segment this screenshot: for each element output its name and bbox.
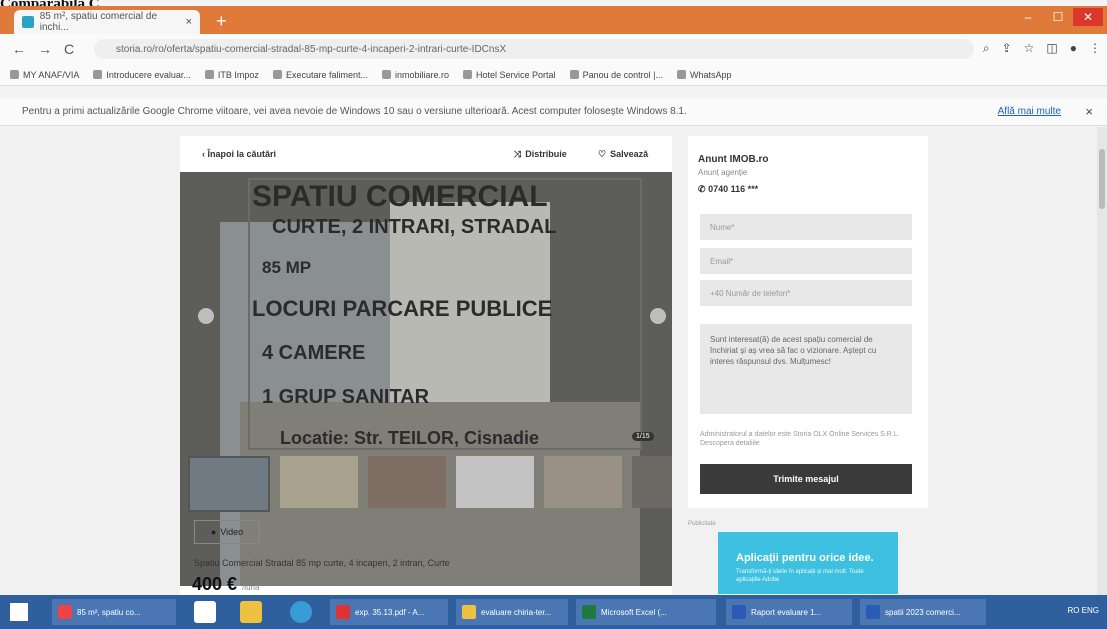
play-icon: ● xyxy=(210,527,217,537)
windows-start-icon[interactable] xyxy=(10,603,28,621)
bookmark-item[interactable]: Executare faliment... xyxy=(272,70,368,80)
agency-type: Anunț agenție xyxy=(698,168,748,177)
toolbar-icons: ⌕ ⇪ ☆ ◫ ● ⋮ xyxy=(983,41,1101,56)
back-to-results-link[interactable]: ‹ Înapoi la căutări xyxy=(202,149,276,159)
terms-text: Administratorul a datelor este Storia OL… xyxy=(700,431,900,447)
name-field[interactable]: Nume* xyxy=(700,214,912,240)
close-window-button[interactable]: ✕ xyxy=(1073,8,1103,26)
menu-icon[interactable]: ⋮ xyxy=(1089,41,1101,56)
bookmark-item[interactable]: Hotel Service Portal xyxy=(463,70,556,80)
browser-tab[interactable]: 85 m², spatiu comercial de inchi... × xyxy=(14,10,200,34)
agency-name[interactable]: Anunt IMOB.ro xyxy=(698,154,769,165)
message-field[interactable]: Sunt interesat(ă) de acest spațiu comerc… xyxy=(700,324,912,414)
reload-icon[interactable]: C xyxy=(64,41,74,57)
listing-price: 400 € /lună xyxy=(192,574,260,594)
phone-field[interactable]: +40 Număr de telefon* xyxy=(700,280,912,306)
listing-card: ‹ Înapoi la căutări ⤨ Distribuie ♡ Salveaz… xyxy=(180,136,672,596)
favicon-icon xyxy=(22,16,34,28)
heart-icon: ♡ xyxy=(598,148,607,159)
minimize-button[interactable]: ‒ xyxy=(1013,8,1043,26)
photo-thumbnails xyxy=(188,456,672,512)
listing-topbar: ‹ Înapoi la căutări ⤨ Distribuie ♡ Salveaz… xyxy=(180,136,672,172)
photo-caption-line: CURTE, 2 INTRARI, STRADAL xyxy=(272,216,557,238)
taskbar-item-excel[interactable]: Microsoft Excel (... xyxy=(576,599,716,625)
bookmark-star-icon[interactable]: ☆ xyxy=(1024,41,1035,56)
listing-title: Spatiu Comercial Stradal 85 mp curte, 4 … xyxy=(194,558,450,568)
edge-browser-icon[interactable] xyxy=(290,601,312,623)
thumbnail[interactable] xyxy=(280,456,358,508)
new-tab-button[interactable]: + xyxy=(216,12,227,30)
profile-avatar-icon[interactable]: ● xyxy=(1070,41,1077,56)
ad-title: Aplicații pentru orice idee. xyxy=(736,552,874,564)
thumbnail[interactable] xyxy=(368,456,446,508)
taskbar-item-word-1[interactable]: Raport evaluare 1... xyxy=(726,599,852,625)
bookmark-item[interactable]: inmobiliare.ro xyxy=(381,70,449,80)
page-scrollbar[interactable] xyxy=(1097,127,1107,595)
info-bar-close-icon[interactable]: × xyxy=(1085,104,1093,119)
tab-close-icon[interactable]: × xyxy=(186,16,192,28)
back-icon[interactable]: ← xyxy=(12,41,26,57)
thumbnail[interactable] xyxy=(456,456,534,508)
file-explorer-icon[interactable] xyxy=(240,601,262,623)
thumbnail[interactable] xyxy=(188,456,270,512)
video-button[interactable]: ● Video xyxy=(194,520,260,544)
share-icon: ⤨ xyxy=(514,148,522,159)
photo-caption-line: 4 CAMERE xyxy=(262,342,366,364)
previous-photo-arrow-icon[interactable] xyxy=(198,308,214,324)
contact-panel: Anunt IMOB.ro Anunț agenție ✆ 0740 116 *… xyxy=(688,136,928,508)
url-field[interactable]: storia.ro/ro/oferta/spatiu-comercial-str… xyxy=(94,39,974,59)
photo-caption-line: SPATIU COMERCIAL xyxy=(252,180,548,213)
ad-subtitle: Transformă-ți ideile în aplicații și mai… xyxy=(736,569,864,583)
system-tray[interactable]: RO ENG xyxy=(1067,606,1099,615)
thumbnail[interactable] xyxy=(632,456,672,508)
send-message-button[interactable]: Trimite mesajul xyxy=(700,464,912,494)
taskbar-item-folder[interactable]: evaluare chiria-ter... xyxy=(456,599,568,625)
share-page-icon[interactable]: ⇪ xyxy=(1002,41,1012,56)
bookmark-item[interactable]: ITB Impoz xyxy=(204,70,259,80)
ad-label: Publicitate xyxy=(688,521,716,527)
windows-taskbar: 85 m², spatiu co... exp. 35.13.pdf - A..… xyxy=(0,595,1107,629)
info-bar-text: Pentru a primi actualizările Google Chro… xyxy=(22,106,687,117)
home-icon[interactable] xyxy=(194,601,216,623)
photo-caption-line: 1 GRUP SANITAR xyxy=(262,386,430,408)
share-button[interactable]: ⤨ Distribuie xyxy=(514,149,567,160)
photo-caption-line: 85 MP xyxy=(262,258,312,277)
photo-caption-line: Locatie: Str. TEILOR, Cisnadie xyxy=(280,428,540,448)
photo-caption-line: LOCURI PARCARE PUBLICE xyxy=(252,296,553,321)
email-field[interactable]: Email* xyxy=(700,248,912,274)
phone-icon: ✆ xyxy=(698,184,706,194)
update-info-bar: Pentru a primi actualizările Google Chro… xyxy=(0,98,1107,126)
browser-tab-bar: 85 m², spatiu comercial de inchi... × + … xyxy=(0,6,1107,34)
tab-title: 85 m², spatiu comercial de inchi... xyxy=(39,11,158,33)
maximize-button[interactable]: ☐ xyxy=(1043,8,1073,26)
bookmark-item[interactable]: Introducere evaluar... xyxy=(93,70,191,80)
taskbar-item-chrome[interactable]: 85 m², spatiu co... xyxy=(52,599,176,625)
taskbar-item-pdf[interactable]: exp. 35.13.pdf - A... xyxy=(330,599,448,625)
window-controls: ‒ ☐ ✕ xyxy=(1013,8,1103,26)
thumbnail[interactable] xyxy=(544,456,622,508)
next-photo-arrow-icon[interactable] xyxy=(650,308,666,324)
adobe-ad-banner[interactable]: Aplicații pentru orice idee. Transformă-… xyxy=(718,532,898,594)
bookmark-item[interactable]: Panou de control |... xyxy=(569,70,663,80)
address-bar-row: ← → C storia.ro/ro/oferta/spatiu-comerci… xyxy=(0,34,1107,64)
bookmark-item[interactable]: MY ANAF/VIA xyxy=(10,70,79,80)
scrollbar-thumb[interactable] xyxy=(1099,149,1105,209)
bookmarks-bar: MY ANAF/VIA Introducere evaluar... ITB I… xyxy=(0,64,1107,86)
photo-counter: 1/15 xyxy=(632,432,654,441)
forward-icon[interactable]: → xyxy=(38,41,52,57)
save-button[interactable]: ♡ Salvează xyxy=(598,149,648,160)
phone-reveal[interactable]: ✆ 0740 116 *** xyxy=(698,184,758,195)
learn-more-link[interactable]: Află mai multe xyxy=(998,106,1061,117)
zoom-icon[interactable]: ⌕ xyxy=(983,41,990,56)
bookmark-item[interactable]: WhatsApp xyxy=(676,70,731,80)
taskbar-item-word-2[interactable]: spatii 2023 comerci... xyxy=(860,599,986,625)
sidebar-icon[interactable]: ◫ xyxy=(1046,41,1057,56)
